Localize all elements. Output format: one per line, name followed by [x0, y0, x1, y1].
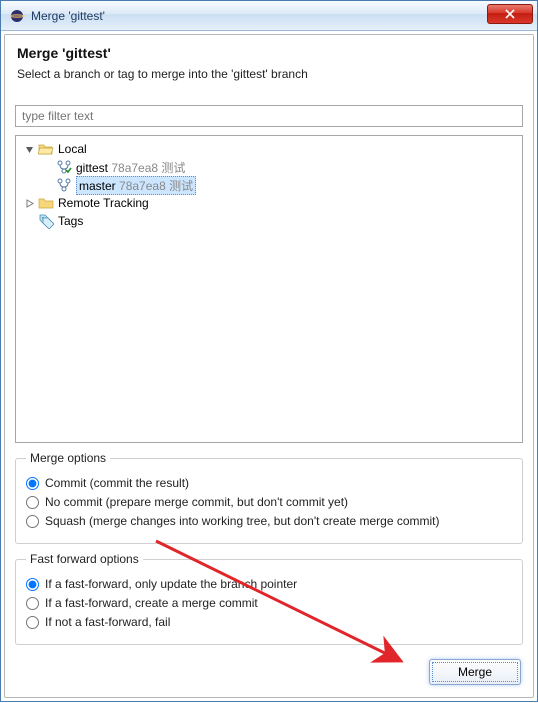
radio-ff-merge[interactable]: If a fast-forward, create a merge commit	[26, 596, 512, 610]
tree-label: Remote Tracking	[58, 196, 149, 210]
branch-msg: 测试	[161, 161, 185, 175]
button-row: Merge	[15, 653, 523, 687]
tree-branch-gittest[interactable]: gittest 78a7ea8 测试	[18, 158, 520, 176]
radio-input[interactable]	[26, 616, 39, 629]
radio-label: If a fast-forward, create a merge commit	[45, 596, 258, 610]
tree-label: gittest 78a7ea8 测试	[76, 159, 185, 176]
folder-open-icon	[38, 141, 54, 157]
branch-msg: 测试	[169, 179, 193, 193]
radio-label: If not a fast-forward, fail	[45, 615, 170, 629]
chevron-down-icon[interactable]	[22, 142, 36, 156]
page-description: Select a branch or tag to merge into the…	[17, 67, 521, 81]
tree-node-local[interactable]: Local	[18, 140, 520, 158]
tags-icon	[38, 213, 54, 229]
eclipse-icon	[9, 8, 25, 24]
radio-ff-fail[interactable]: If not a fast-forward, fail	[26, 615, 512, 629]
ff-options-legend: Fast forward options	[26, 552, 143, 566]
branch-tree[interactable]: Local gittest 78a7ea8 测试	[15, 135, 523, 443]
page-title: Merge 'gittest'	[17, 45, 521, 61]
radio-input[interactable]	[26, 477, 39, 490]
tree-node-tags[interactable]: Tags	[18, 212, 520, 230]
header: Merge 'gittest' Select a branch or tag t…	[5, 35, 533, 99]
branch-hash: 78a7ea8	[111, 161, 158, 175]
titlebar[interactable]: Merge 'gittest'	[1, 1, 537, 31]
branch-name: gittest	[76, 161, 108, 175]
tree-label-selected: master 78a7ea8 测试	[76, 176, 196, 195]
radio-input[interactable]	[26, 515, 39, 528]
filter-input[interactable]	[15, 105, 523, 127]
branch-name: master	[79, 179, 116, 193]
ff-options-group: Fast forward options If a fast-forward, …	[15, 552, 523, 645]
branch-hash: 78a7ea8	[119, 179, 166, 193]
window-title: Merge 'gittest'	[31, 9, 487, 23]
dialog-window: Merge 'gittest' Merge 'gittest' Select a…	[0, 0, 538, 702]
radio-input[interactable]	[26, 496, 39, 509]
inner-frame: Merge 'gittest' Select a branch or tag t…	[4, 34, 534, 698]
radio-nocommit[interactable]: No commit (prepare merge commit, but don…	[26, 495, 512, 509]
client-area: Merge 'gittest' Select a branch or tag t…	[1, 31, 537, 701]
tree-label: Local	[58, 142, 87, 156]
radio-input[interactable]	[26, 578, 39, 591]
folder-icon	[38, 195, 54, 211]
tree-branch-master[interactable]: master 78a7ea8 测试	[18, 176, 520, 194]
radio-squash[interactable]: Squash (merge changes into working tree,…	[26, 514, 512, 528]
radio-label: Commit (commit the result)	[45, 476, 189, 490]
radio-label: If a fast-forward, only update the branc…	[45, 577, 297, 591]
chevron-right-icon[interactable]	[22, 196, 36, 210]
tree-label: Tags	[58, 214, 83, 228]
merge-options-legend: Merge options	[26, 451, 110, 465]
merge-options-group: Merge options Commit (commit the result)…	[15, 451, 523, 544]
radio-commit[interactable]: Commit (commit the result)	[26, 476, 512, 490]
close-button[interactable]	[487, 4, 533, 24]
radio-ff-update[interactable]: If a fast-forward, only update the branc…	[26, 577, 512, 591]
branch-checked-icon	[56, 159, 72, 175]
radio-label: Squash (merge changes into working tree,…	[45, 514, 439, 528]
branch-icon	[56, 177, 72, 193]
radio-input[interactable]	[26, 597, 39, 610]
tree-node-remote[interactable]: Remote Tracking	[18, 194, 520, 212]
close-icon	[505, 9, 515, 19]
merge-button[interactable]: Merge	[429, 659, 521, 685]
content: Local gittest 78a7ea8 测试	[5, 99, 533, 697]
radio-label: No commit (prepare merge commit, but don…	[45, 495, 348, 509]
